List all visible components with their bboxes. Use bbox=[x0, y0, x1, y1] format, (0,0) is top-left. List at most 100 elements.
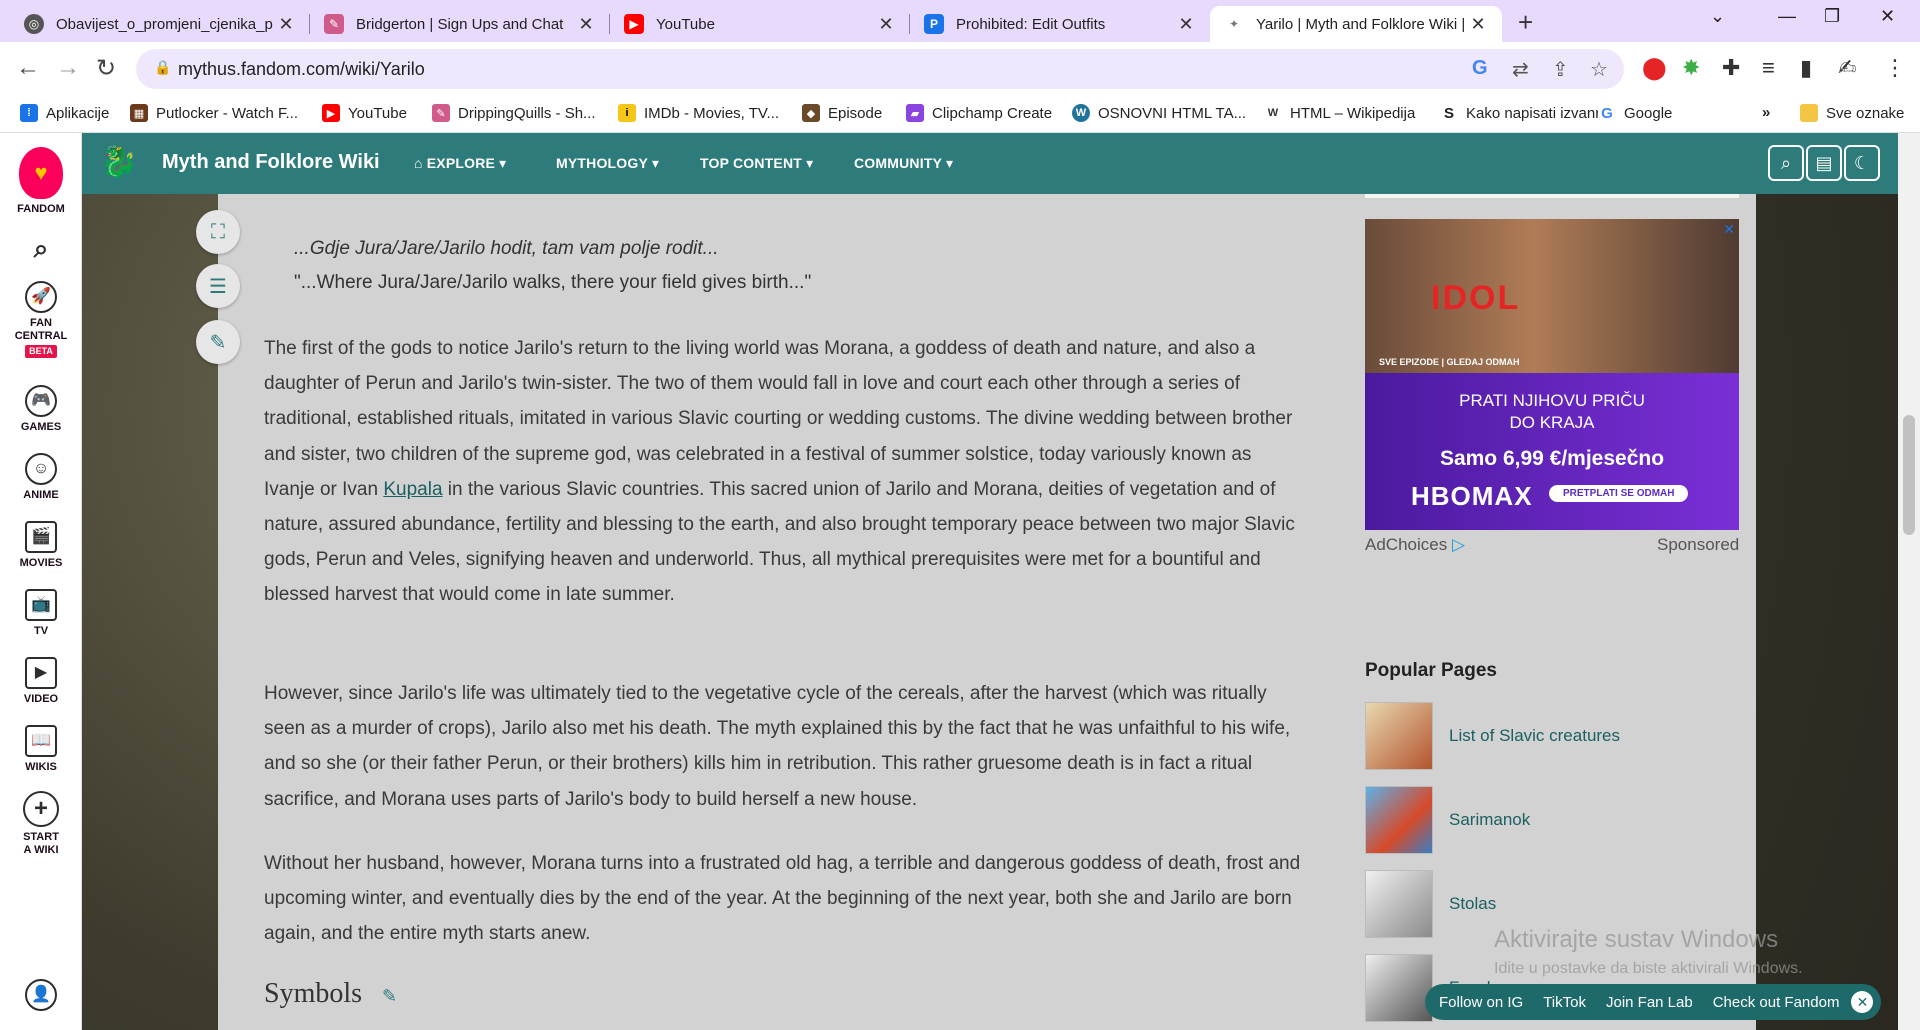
profile-avatar-icon[interactable]: ✍ bbox=[1838, 55, 1856, 81]
bookmark-kako-napisati[interactable]: S Kako napisati izvanr... bbox=[1440, 104, 1612, 122]
tab-title: Prohibited: Edit Outfits bbox=[956, 15, 1106, 33]
translate-icon[interactable]: ⇄ bbox=[1512, 57, 1529, 82]
clipchamp-icon: ▰ bbox=[906, 104, 924, 122]
popular-page-item[interactable]: Sarimanok bbox=[1365, 786, 1745, 854]
more-bookmarks[interactable]: » bbox=[1762, 104, 1770, 121]
kupala-link[interactable]: Kupala bbox=[383, 479, 442, 500]
wiki-logo-icon[interactable]: 🐉 bbox=[100, 145, 137, 180]
close-icon[interactable]: ✕ bbox=[276, 14, 296, 35]
forward-icon[interactable]: → bbox=[56, 54, 80, 82]
edit-pencil-icon[interactable]: ✎ bbox=[196, 320, 240, 364]
tab-3[interactable]: P Prohibited: Edit Outfits ✕ bbox=[910, 6, 1210, 42]
page-scrollbar[interactable] bbox=[1898, 133, 1920, 1030]
address-bar[interactable]: 🔒 mythus.fandom.com/wiki/Yarilo G ⇄ ⇪ ☆ bbox=[136, 49, 1624, 89]
quote-native: ...Gdje Jura/Jare/Jarilo hodit, tam vam … bbox=[294, 238, 719, 259]
rail-account[interactable]: 👤 bbox=[0, 979, 82, 1015]
popular-page-item[interactable]: List of Slavic creatures bbox=[1365, 702, 1745, 770]
color-extension-icon[interactable]: ✸ bbox=[1682, 55, 1700, 81]
close-icon[interactable]: ✕ bbox=[1468, 14, 1488, 35]
table-of-contents-icon[interactable]: ☰ bbox=[196, 264, 240, 308]
popular-page-thumbnail bbox=[1365, 786, 1433, 854]
bookmark-drippingquills[interactable]: ✎ DrippingQuills - Sh... bbox=[432, 104, 596, 122]
media-control-icon[interactable]: ≡ bbox=[1762, 55, 1775, 81]
back-icon[interactable]: ← bbox=[16, 54, 40, 82]
tiktok-link[interactable]: TikTok bbox=[1543, 994, 1586, 1011]
fandom-bottom-bar: Follow on IG TikTok Join Fan Lab Check o… bbox=[1425, 984, 1882, 1020]
bookmark-apps[interactable]: ⁞ Aplikacije bbox=[20, 104, 109, 122]
nav-mythology[interactable]: MYTHOLOGY ▾ bbox=[556, 155, 659, 172]
bookmark-episode[interactable]: ◆ Episode bbox=[802, 104, 882, 122]
bookmark-label: Kako napisati izvanr... bbox=[1466, 104, 1612, 122]
bookmark-wikipedia[interactable]: W HTML – Wikipedija bbox=[1264, 104, 1415, 122]
side-panel-icon[interactable]: ▮ bbox=[1800, 55, 1812, 81]
nav-explore[interactable]: ⌂ EXPLORE ▾ bbox=[414, 155, 506, 172]
rail-tv[interactable]: 📺 TV bbox=[0, 589, 82, 638]
rail-fan-central[interactable]: 🚀 FAN CENTRAL BETA bbox=[0, 281, 82, 359]
ad-cta-button[interactable]: PRETPLATI SE ODMAH bbox=[1549, 485, 1689, 502]
section-edit-icon[interactable]: ✎ bbox=[382, 986, 397, 1007]
apps-grid-icon: ⁞ bbox=[20, 104, 38, 122]
check-out-fandom-link[interactable]: Check out Fandom bbox=[1713, 994, 1840, 1011]
menu-kebab-icon[interactable]: ⋮ bbox=[1884, 55, 1906, 81]
tab-search-icon[interactable]: ⌄ bbox=[1710, 6, 1725, 27]
rail-wikis[interactable]: 📖 WIKIS bbox=[0, 725, 82, 774]
wiki-search-icon[interactable]: ⌕ bbox=[1768, 145, 1804, 181]
share-icon[interactable]: ⇪ bbox=[1552, 57, 1569, 82]
close-window-icon[interactable]: ✕ bbox=[1880, 6, 1895, 27]
restore-icon[interactable]: ❐ bbox=[1824, 6, 1840, 27]
tab-2[interactable]: ▶ YouTube ✕ bbox=[610, 6, 910, 42]
follow-ig-link[interactable]: Follow on IG bbox=[1439, 994, 1523, 1011]
putlocker-icon: ▦ bbox=[130, 104, 148, 122]
rail-label: WIKIS bbox=[25, 761, 57, 773]
bookmark-google[interactable]: G Google bbox=[1598, 104, 1672, 122]
s-icon: S bbox=[1440, 104, 1458, 122]
fullscreen-icon[interactable]: ⛶ bbox=[196, 210, 240, 254]
folder-icon bbox=[1800, 104, 1818, 122]
rail-movies[interactable]: 🎬 MOVIES bbox=[0, 521, 82, 570]
scrollbar-thumb[interactable] bbox=[1903, 415, 1915, 535]
tab-0[interactable]: ◎ Obavijest_o_promjeni_cjenika_p ✕ bbox=[10, 6, 310, 42]
bookmark-youtube[interactable]: ▶ YouTube bbox=[322, 104, 407, 122]
adchoices-icon: ▷ bbox=[1451, 535, 1466, 554]
bookmark-putlocker[interactable]: ▦ Putlocker - Watch F... bbox=[130, 104, 298, 122]
wiki-name[interactable]: Myth and Folklore Wiki bbox=[162, 151, 380, 174]
reload-icon[interactable]: ↻ bbox=[96, 54, 116, 83]
nav-label: TOP CONTENT bbox=[700, 155, 803, 171]
minimize-icon[interactable]: — bbox=[1778, 6, 1796, 27]
bookmark-star-icon[interactable]: ☆ bbox=[1590, 57, 1608, 82]
windows-activation-title: Aktivirajte sustav Windows bbox=[1494, 926, 1779, 953]
opera-icon[interactable]: ⬤ bbox=[1642, 55, 1667, 81]
ad-close-icon[interactable]: ✕ bbox=[1723, 221, 1735, 238]
fandom-logo[interactable]: ♥ FANDOM bbox=[0, 147, 82, 216]
rail-video[interactable]: ▶ VIDEO bbox=[0, 657, 82, 706]
google-lens-icon[interactable]: G bbox=[1472, 57, 1488, 80]
close-icon[interactable]: ✕ bbox=[1851, 991, 1874, 1013]
join-fan-lab-link[interactable]: Join Fan Lab bbox=[1606, 994, 1693, 1011]
adchoices-label: AdChoices bbox=[1365, 535, 1448, 554]
close-icon[interactable]: ✕ bbox=[876, 14, 896, 35]
nav-label: EXPLORE bbox=[426, 155, 496, 171]
close-icon[interactable]: ✕ bbox=[1176, 14, 1196, 35]
theme-moon-icon[interactable]: ☾ bbox=[1844, 145, 1880, 181]
bookmark-clipchamp[interactable]: ▰ Clipchamp Create bbox=[906, 104, 1052, 122]
quill-icon: ✎ bbox=[324, 14, 344, 34]
tab-4-active[interactable]: ✦ Yarilo | Myth and Folklore Wiki | ✕ bbox=[1210, 6, 1502, 42]
nav-community[interactable]: COMMUNITY ▾ bbox=[854, 155, 953, 172]
nav-top-content[interactable]: TOP CONTENT ▾ bbox=[700, 155, 813, 172]
rail-search[interactable]: ⌕ bbox=[0, 233, 82, 264]
tab-1[interactable]: ✎ Bridgerton | Sign Ups and Chat ✕ bbox=[310, 6, 610, 42]
rail-games[interactable]: 🎮 GAMES bbox=[0, 385, 82, 434]
popular-page-thumbnail bbox=[1365, 702, 1433, 770]
rail-start-a-wiki[interactable]: + START A WIKI bbox=[0, 791, 82, 857]
close-icon[interactable]: ✕ bbox=[576, 14, 596, 35]
new-tab-button[interactable]: + bbox=[1518, 7, 1533, 38]
tab-title: YouTube bbox=[656, 15, 715, 33]
adchoices-link[interactable]: AdChoices ▷ bbox=[1365, 535, 1465, 555]
bookmark-osnovni-html[interactable]: W OSNOVNI HTML TA... bbox=[1072, 104, 1246, 122]
extensions-puzzle-icon[interactable]: ✚ bbox=[1722, 55, 1740, 81]
bookmark-imdb[interactable]: i IMDb - Movies, TV... bbox=[618, 104, 779, 122]
discussions-icon[interactable]: ▤ bbox=[1806, 145, 1842, 181]
bookmark-all-folder[interactable]: Sve oznake bbox=[1800, 104, 1904, 122]
advertisement[interactable]: IDOL SVE EPIZODE | GLEDAJ ODMAH ✕ PRATI … bbox=[1365, 219, 1739, 530]
rail-anime[interactable]: ☺ ANIME bbox=[0, 453, 82, 502]
